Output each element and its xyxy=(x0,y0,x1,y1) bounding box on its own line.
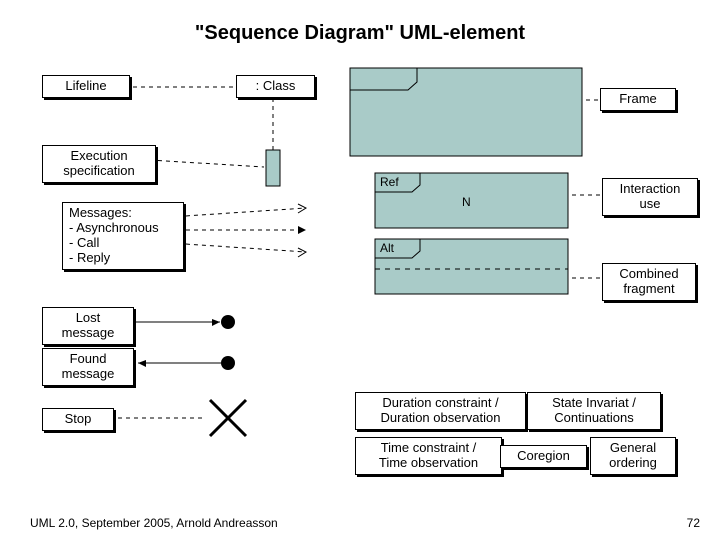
tab-alt: Alt xyxy=(380,241,394,255)
box-class: : Class xyxy=(236,75,315,98)
label-frame: Frame xyxy=(600,88,676,111)
label-coregion: Coregion xyxy=(500,445,587,468)
label-state-invariant: State Invariat /Continuations xyxy=(527,392,661,430)
label-stop: Stop xyxy=(42,408,114,431)
label-lost-message: Lostmessage xyxy=(42,307,134,345)
label-interaction-use: Interactionuse xyxy=(602,178,698,216)
footer-text: UML 2.0, September 2005, Arnold Andreass… xyxy=(30,516,278,530)
label-lifeline: Lifeline xyxy=(42,75,130,98)
ref-content-n: N xyxy=(462,195,471,209)
label-general-ordering: Generalordering xyxy=(590,437,676,475)
label-found-message: Foundmessage xyxy=(42,348,134,386)
tab-ref: Ref xyxy=(380,175,399,189)
page-number: 72 xyxy=(687,516,700,530)
label-combined-fragment: Combinedfragment xyxy=(602,263,696,301)
label-time-constraint: Time constraint /Time observation xyxy=(355,437,502,475)
page-title: "Sequence Diagram" UML-element xyxy=(0,22,720,45)
label-messages: Messages:- Asynchronous- Call- Reply xyxy=(62,202,184,270)
label-duration-constraint: Duration constraint /Duration observatio… xyxy=(355,392,526,430)
label-execution-specification: Executionspecification xyxy=(42,145,156,183)
